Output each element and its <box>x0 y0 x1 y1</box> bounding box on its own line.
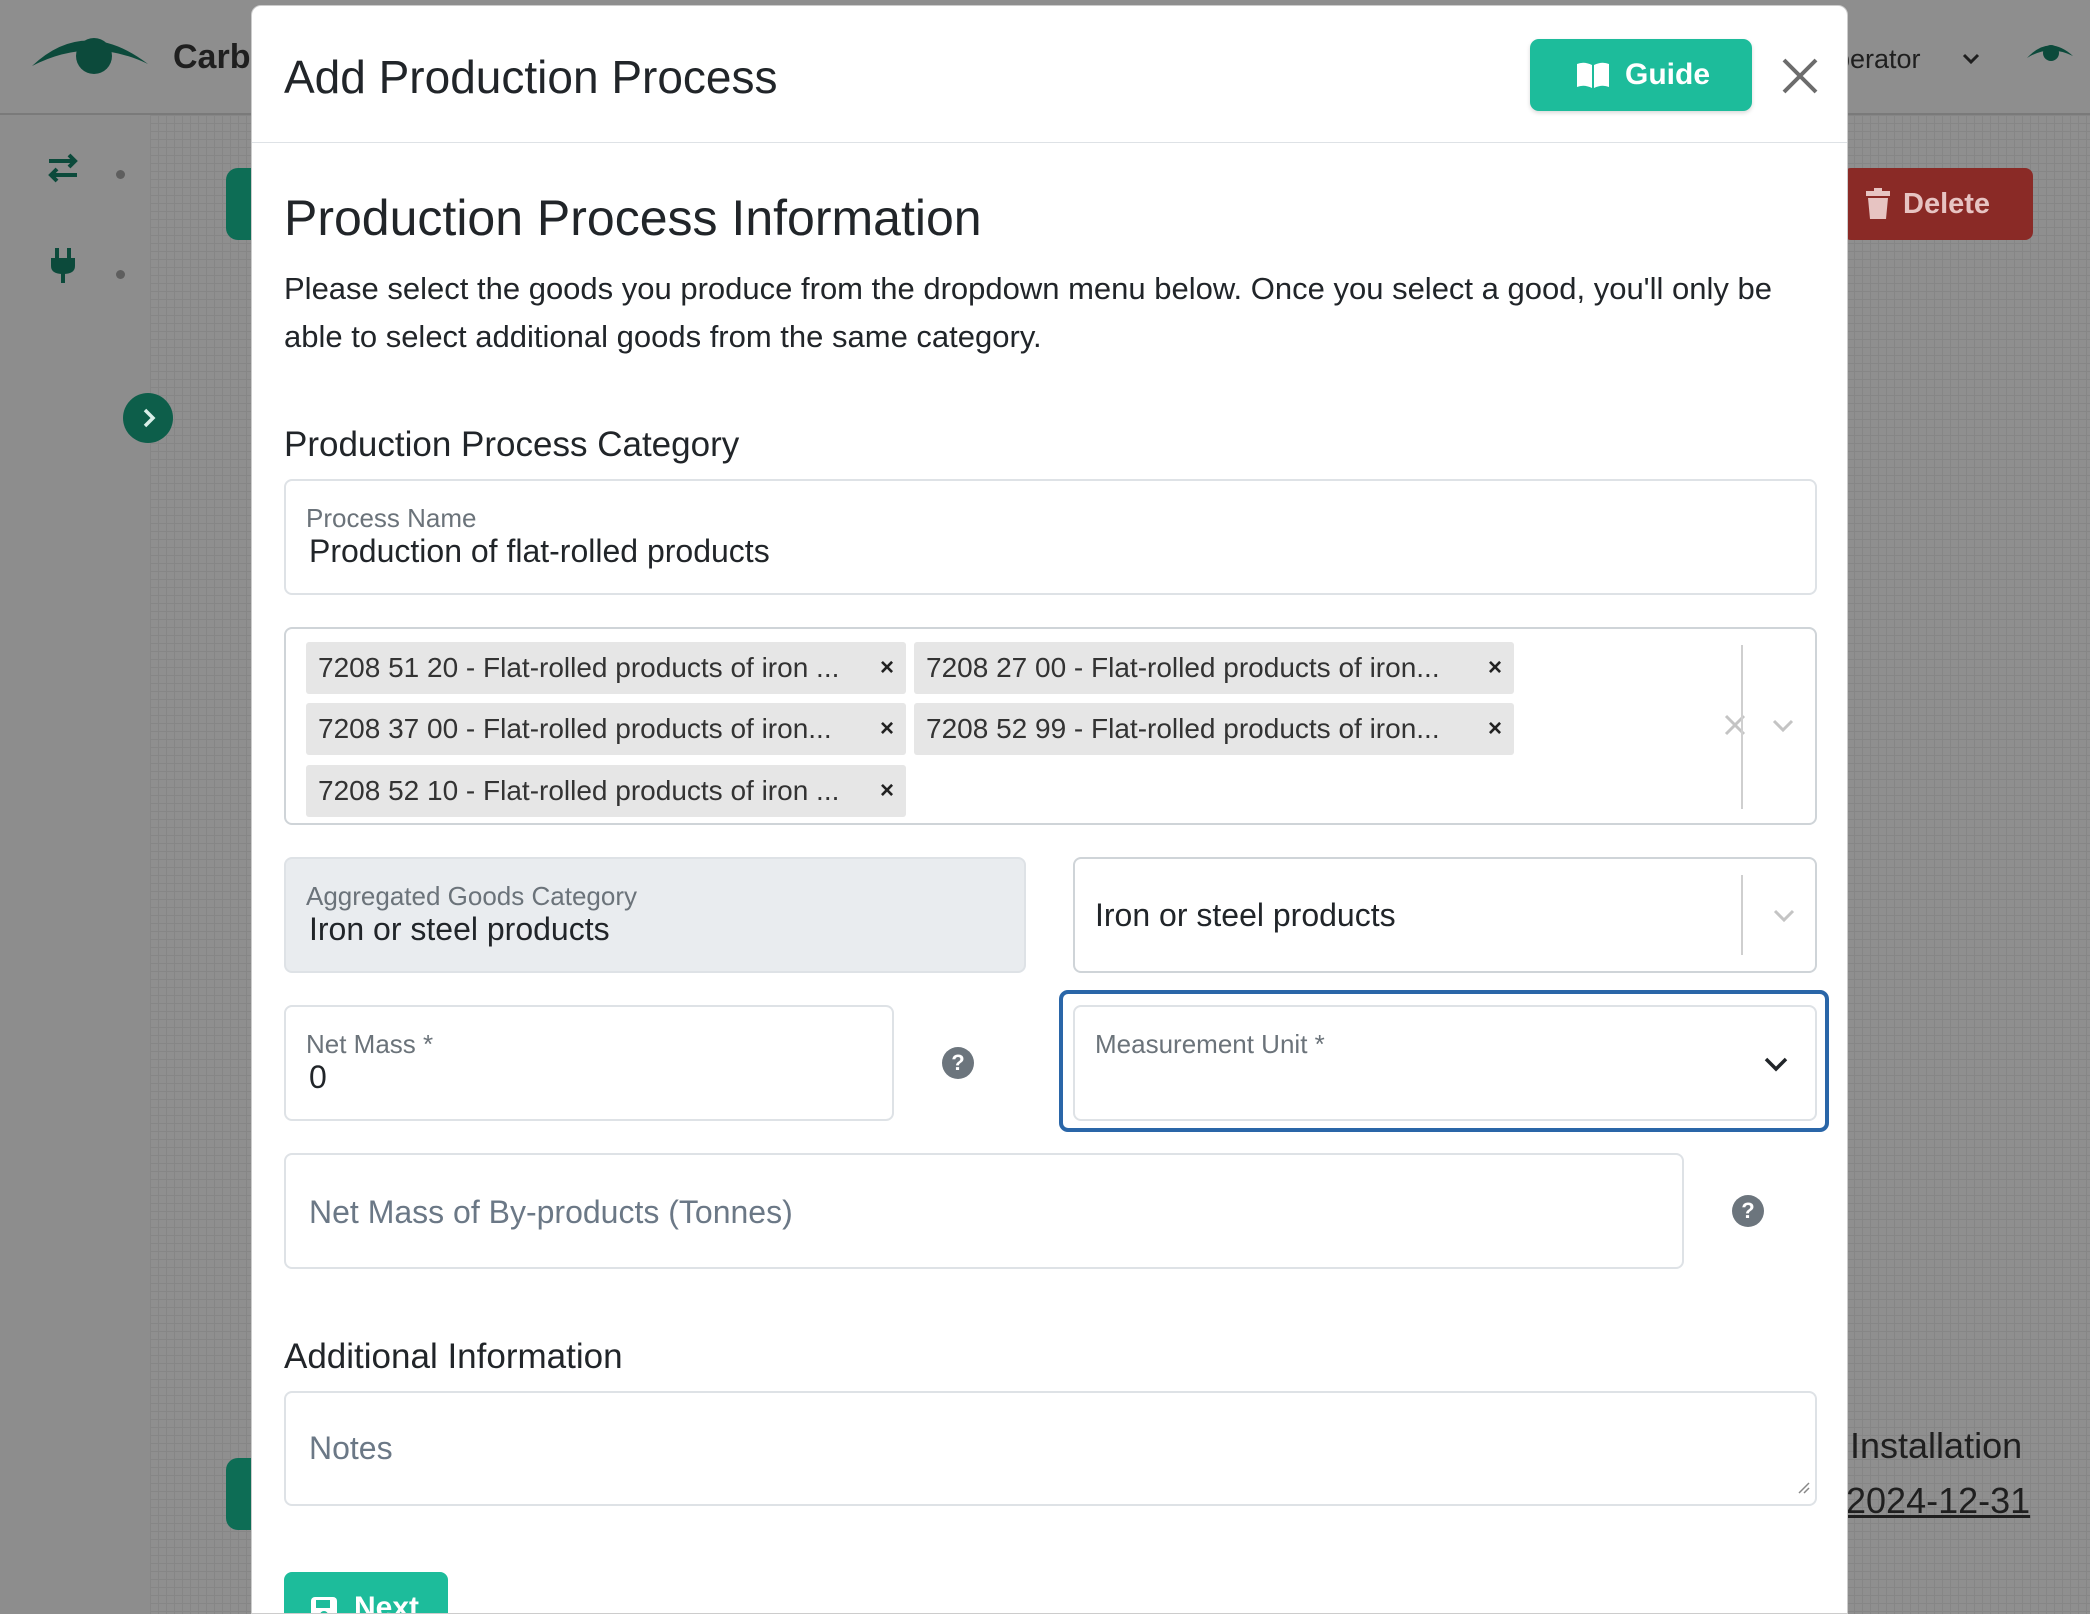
book-icon <box>1576 61 1610 97</box>
remove-tag-icon[interactable]: × <box>880 715 894 743</box>
byproducts-placeholder: Net Mass of By-products (Tonnes) <box>309 1194 793 1230</box>
next-button[interactable]: Next <box>284 1572 448 1614</box>
measurement-unit-select[interactable]: Measurement Unit * <box>1073 1005 1817 1121</box>
net-mass-value: 0 <box>309 1059 327 1095</box>
goods-tag: 7208 51 20 - Flat-rolled products of iro… <box>306 642 906 694</box>
installation-label: Installation <box>1850 1425 2023 1466</box>
trash-icon <box>1865 188 1891 228</box>
category-select-value: Iron or steel products <box>1095 897 1396 933</box>
sidebar-dot <box>116 170 125 179</box>
chevron-right-icon <box>143 408 156 428</box>
goods-tag-label: 7208 37 00 - Flat-rolled products of iro… <box>318 713 832 744</box>
modal-title: Add Production Process <box>284 51 778 103</box>
net-mass-label: Net Mass * <box>306 1029 434 1059</box>
goods-tag-label: 7208 51 20 - Flat-rolled products of iro… <box>318 652 840 683</box>
clear-selection-icon[interactable] <box>1723 713 1747 742</box>
add-production-process-modal: Add Production Process Guide Production … <box>251 5 1848 1614</box>
goods-multiselect[interactable]: 7208 51 20 - Flat-rolled products of iro… <box>284 627 1817 825</box>
save-icon <box>310 1596 338 1613</box>
category-select[interactable]: Iron or steel products <box>1073 857 1817 973</box>
additional-info-title: Additional Information <box>284 1337 623 1376</box>
delete-label: Delete <box>1903 187 1991 220</box>
net-mass-field[interactable]: Net Mass * 0 <box>284 1005 894 1121</box>
aggregated-category-field: Aggregated Goods Category Iron or steel … <box>284 857 1026 973</box>
aggregated-category-value: Iron or steel products <box>309 911 610 947</box>
eye-icon[interactable] <box>2025 38 2075 73</box>
byproducts-input[interactable]: Net Mass of By-products (Tonnes) <box>284 1153 1684 1269</box>
remove-tag-icon[interactable]: × <box>880 777 894 805</box>
close-icon[interactable] <box>1780 56 1820 96</box>
expand-sidebar-button[interactable] <box>123 393 173 443</box>
chevron-down-icon[interactable] <box>1771 715 1795 740</box>
installation-date[interactable]: 2024-12-31 <box>1846 1480 2030 1522</box>
notes-placeholder: Notes <box>309 1430 393 1466</box>
chevron-down-icon[interactable] <box>1960 47 1982 74</box>
app-name: Carb <box>173 38 251 76</box>
remove-tag-icon[interactable]: × <box>1488 715 1502 743</box>
process-name-label: Process Name <box>306 503 477 533</box>
category-title: Production Process Category <box>284 425 740 464</box>
remove-tag-icon[interactable]: × <box>880 654 894 682</box>
goods-tag-label: 7208 52 10 - Flat-rolled products of iro… <box>318 775 840 806</box>
chevron-down-icon[interactable] <box>1763 1053 1789 1080</box>
modal-header: Add Production Process Guide <box>252 6 1847 143</box>
plug-icon[interactable] <box>48 248 78 289</box>
notes-textarea[interactable]: Notes <box>284 1391 1817 1506</box>
next-label: Next <box>354 1591 420 1614</box>
swap-icon[interactable] <box>45 150 81 191</box>
chevron-down-icon[interactable] <box>1772 905 1796 930</box>
remove-tag-icon[interactable]: × <box>1488 654 1502 682</box>
aggregated-category-label: Aggregated Goods Category <box>306 881 637 911</box>
goods-tag: 7208 52 99 - Flat-rolled products of iro… <box>914 703 1514 755</box>
measurement-unit-label: Measurement Unit * <box>1095 1029 1325 1059</box>
help-icon[interactable]: ? <box>1732 1195 1764 1227</box>
help-icon[interactable]: ? <box>942 1047 974 1079</box>
process-name-value: Production of flat-rolled products <box>309 533 770 569</box>
goods-tag: 7208 37 00 - Flat-rolled products of iro… <box>306 703 906 755</box>
resize-handle-icon[interactable] <box>1795 1479 1811 1500</box>
sidebar-dot <box>116 270 125 279</box>
section-title: Production Process Information <box>284 190 982 246</box>
process-name-field[interactable]: Process Name Production of flat-rolled p… <box>284 479 1817 595</box>
guide-button[interactable]: Guide <box>1530 39 1752 111</box>
divider <box>1741 645 1743 809</box>
divider <box>1741 875 1743 955</box>
goods-tag: 7208 27 00 - Flat-rolled products of iro… <box>914 642 1514 694</box>
guide-label: Guide <box>1625 58 1711 91</box>
goods-tag-label: 7208 27 00 - Flat-rolled products of iro… <box>926 652 1440 683</box>
logo-eye-icon[interactable] <box>30 26 155 91</box>
intro-text: Please select the goods you produce from… <box>284 271 1772 354</box>
delete-button[interactable]: Delete <box>1843 168 2033 240</box>
goods-tag: 7208 52 10 - Flat-rolled products of iro… <box>306 765 906 817</box>
goods-tag-label: 7208 52 99 - Flat-rolled products of iro… <box>926 713 1440 744</box>
